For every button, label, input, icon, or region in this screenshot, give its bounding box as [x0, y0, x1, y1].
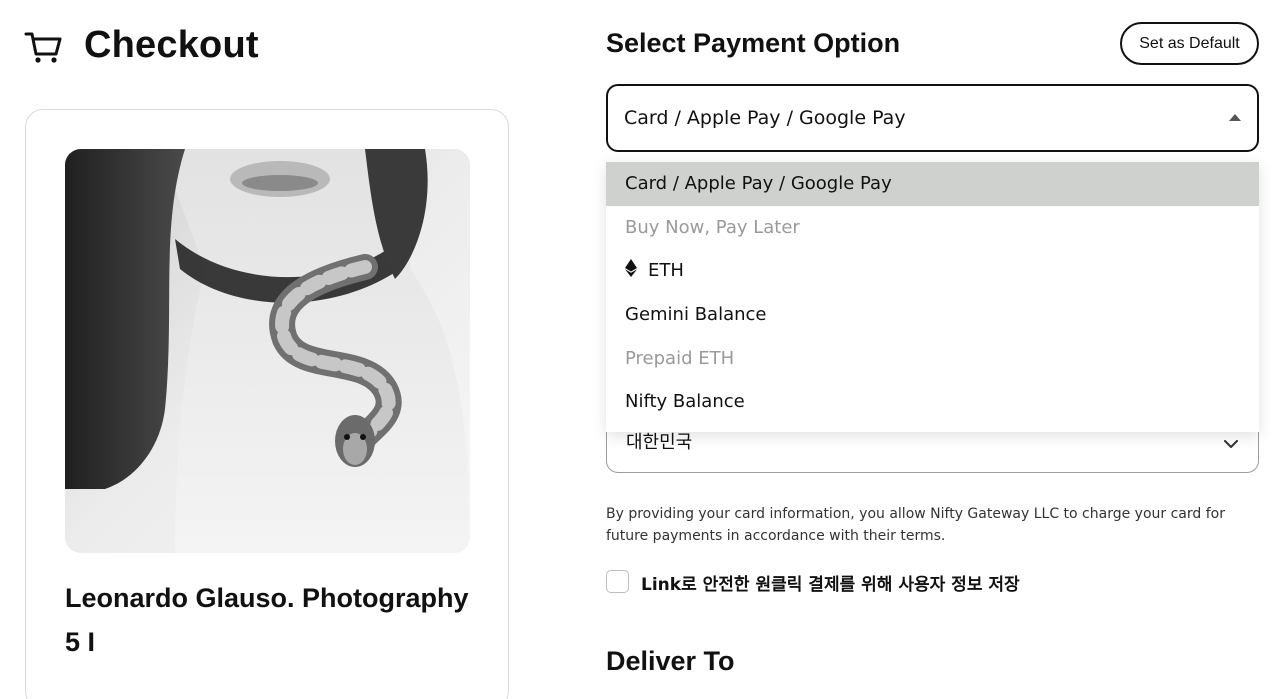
option-label: Gemini Balance [625, 304, 767, 326]
option-eth[interactable]: ETH [606, 249, 1259, 293]
eth-icon [625, 258, 637, 277]
cart-icon [24, 26, 64, 66]
payment-select-value: Card / Apple Pay / Google Pay [624, 107, 906, 129]
payment-options-dropdown: Card / Apple Pay / Google Pay Buy Now, P… [606, 162, 1259, 432]
payment-section-title: Select Payment Option [606, 28, 901, 58]
product-title: Leonardo Glauso. Photography 5 I [65, 583, 469, 657]
card-consent-text: By providing your card information, you … [606, 506, 1225, 544]
product-artwork-image[interactable] [65, 149, 470, 553]
option-buy-now-pay-later: Buy Now, Pay Later [606, 206, 1259, 250]
option-nifty-balance[interactable]: Nifty Balance [606, 380, 1259, 424]
option-label: ETH [648, 260, 684, 282]
option-gemini-balance[interactable]: Gemini Balance [606, 293, 1259, 337]
option-prepaid-eth: Prepaid ETH [606, 336, 1259, 380]
option-card-apple-google-pay[interactable]: Card / Apple Pay / Google Pay [606, 162, 1259, 206]
caret-up-icon [1229, 114, 1241, 121]
deliver-to-title: Deliver To [606, 646, 735, 676]
option-label: Buy Now, Pay Later [625, 216, 800, 238]
chevron-down-icon [1224, 434, 1238, 448]
save-info-label[interactable]: Link로 안전한 원클릭 결제를 위해 사용자 정보 저장 [641, 570, 1020, 595]
save-info-checkbox[interactable] [606, 570, 629, 593]
option-label: Nifty Balance [625, 391, 745, 413]
option-label: Prepaid ETH [625, 347, 735, 369]
checkout-header: Checkout [24, 24, 259, 67]
product-card: Leonardo Glauso. Photography 5 I [25, 109, 509, 699]
option-label: Card / Apple Pay / Google Pay [625, 173, 892, 195]
payment-method-select[interactable]: Card / Apple Pay / Google Pay [606, 84, 1259, 152]
page-title: Checkout [84, 24, 259, 66]
set-as-default-button[interactable]: Set as Default [1120, 22, 1259, 65]
